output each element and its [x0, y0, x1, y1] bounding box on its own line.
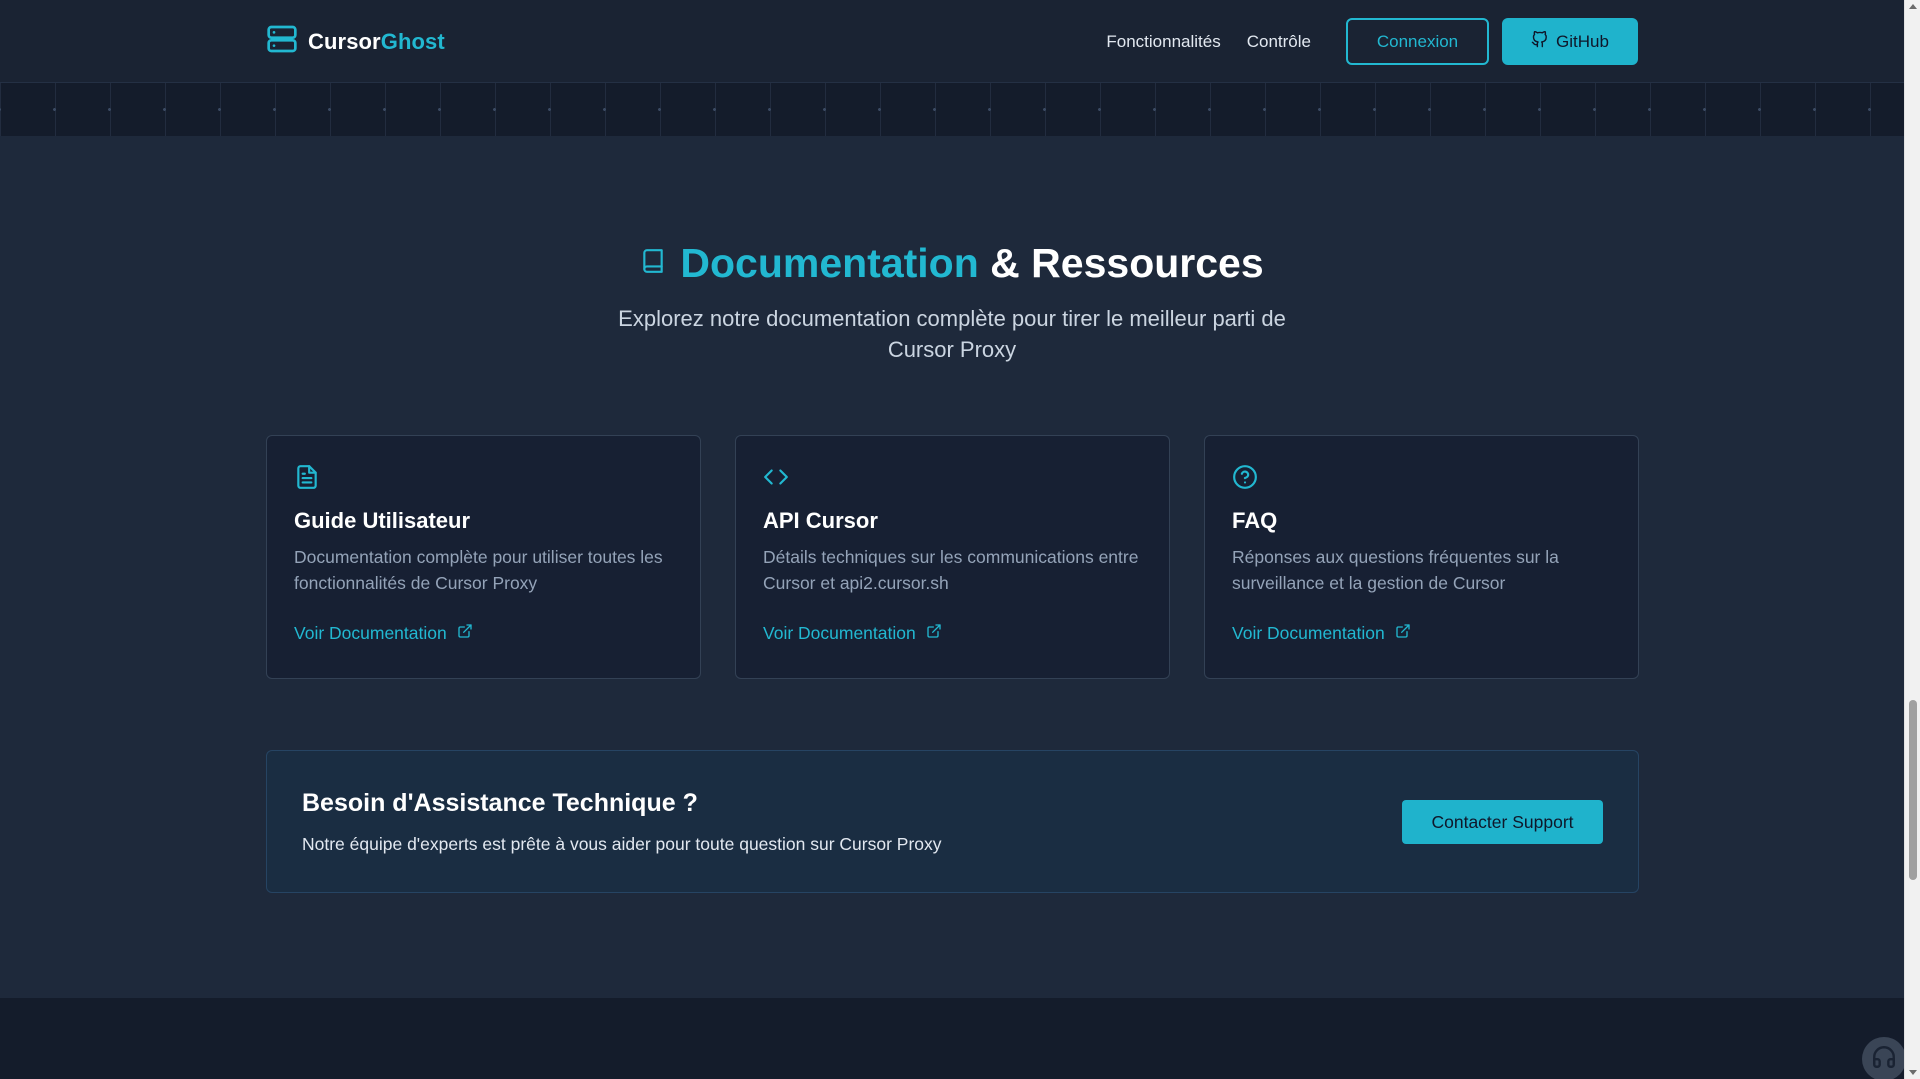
navbar-inner: CursorGhost Fonctionnalités Contrôle Con…: [266, 0, 1638, 83]
top-navbar: CursorGhost Fonctionnalités Contrôle Con…: [0, 0, 1904, 83]
nav-link-features[interactable]: Fonctionnalités: [1106, 32, 1220, 52]
section-heading: Documentation & Ressources: [0, 240, 1904, 287]
doc-card-faq: FAQ Réponses aux questions fréquentes su…: [1204, 435, 1639, 679]
section-title-accent: Documentation: [680, 240, 979, 286]
contact-support-button[interactable]: Contacter Support: [1402, 800, 1603, 844]
card-title: Guide Utilisateur: [294, 508, 471, 533]
external-link-icon: [1395, 623, 1411, 644]
server-icon: [266, 23, 298, 60]
brand-name-main: Cursor: [308, 28, 381, 54]
nav-link-control[interactable]: Contrôle: [1247, 32, 1311, 52]
login-button-label: Connexion: [1376, 31, 1459, 51]
card-description: Documentation complète pour utiliser tou…: [294, 547, 663, 593]
code-icon: [763, 464, 789, 490]
page: CursorGhost Fonctionnalités Contrôle Con…: [0, 0, 1920, 1079]
view-documentation-link[interactable]: Voir Documentation: [763, 623, 942, 644]
dotted-pattern-band: [0, 83, 1904, 136]
headphones-icon: [1871, 1044, 1897, 1075]
main-nav: Fonctionnalités Contrôle Connexion GitHu…: [1106, 18, 1638, 65]
help-chat-button[interactable]: [1862, 1037, 1906, 1079]
external-link-icon: [457, 623, 473, 644]
link-label: Voir Documentation: [763, 623, 916, 643]
brand-name: CursorGhost: [308, 29, 445, 55]
vertical-scrollbar[interactable]: [1904, 0, 1920, 1079]
scroll-down-arrow-icon[interactable]: [1909, 1070, 1917, 1075]
support-title: Besoin d'Assistance Technique ?: [302, 789, 698, 817]
doc-card-user-guide: Guide Utilisateur Documentation complète…: [266, 435, 701, 679]
footer-band: [0, 998, 1904, 1079]
github-button-label: GitHub: [1556, 31, 1609, 51]
documentation-section: Documentation & Ressources Explorez notr…: [0, 136, 1904, 998]
card-title: API Cursor: [763, 508, 878, 533]
book-icon: [640, 246, 666, 281]
section-title: Documentation & Ressources: [680, 240, 1263, 287]
github-button[interactable]: GitHub: [1502, 18, 1638, 65]
help-circle-icon: [1232, 464, 1258, 490]
brand-name-accent: Ghost: [380, 28, 445, 54]
view-documentation-link[interactable]: Voir Documentation: [1232, 623, 1411, 644]
contact-support-label: Contacter Support: [1431, 811, 1574, 832]
doc-card-api: API Cursor Détails techniques sur les co…: [735, 435, 1170, 679]
view-documentation-link[interactable]: Voir Documentation: [294, 623, 473, 644]
support-banner: Besoin d'Assistance Technique ? Notre éq…: [266, 750, 1639, 893]
login-button[interactable]: Connexion: [1346, 18, 1489, 65]
file-text-icon: [294, 464, 320, 490]
link-label: Voir Documentation: [1232, 623, 1385, 643]
scroll-up-arrow-icon[interactable]: [1909, 4, 1917, 9]
external-link-icon: [926, 623, 942, 644]
link-label: Voir Documentation: [294, 623, 447, 643]
support-description: Notre équipe d'experts est prête à vous …: [302, 834, 942, 854]
card-description: Détails techniques sur les communication…: [763, 547, 1139, 593]
section-subtitle: Explorez notre documentation complète po…: [618, 306, 1286, 362]
card-title: FAQ: [1232, 508, 1278, 533]
section-title-rest: & Ressources: [990, 240, 1264, 286]
github-icon: [1531, 30, 1548, 53]
card-description: Réponses aux questions fréquentes sur la…: [1232, 547, 1559, 593]
scrollbar-thumb[interactable]: [1909, 700, 1917, 880]
brand-logo[interactable]: CursorGhost: [266, 23, 445, 60]
